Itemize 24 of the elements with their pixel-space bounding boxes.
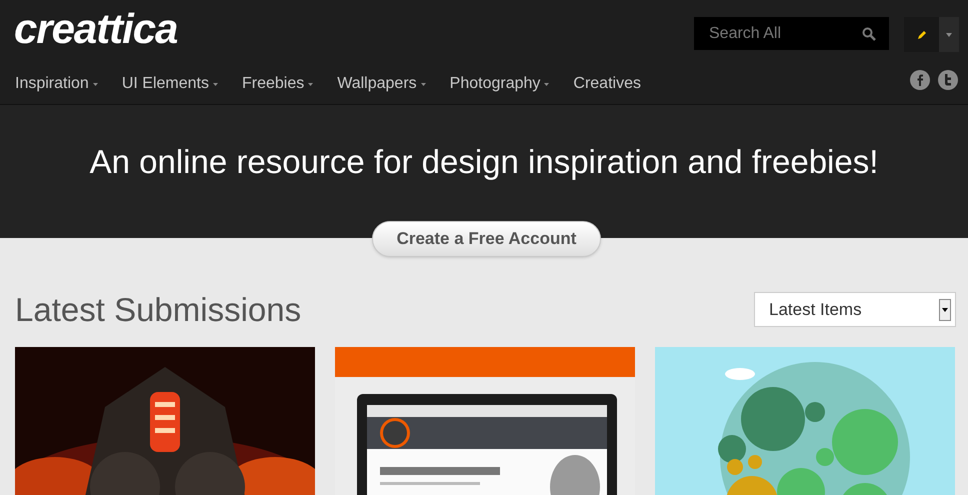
caret-icon bbox=[544, 82, 550, 86]
caret-icon bbox=[212, 82, 218, 86]
caret-icon bbox=[308, 82, 314, 86]
caret-icon bbox=[942, 308, 948, 312]
hero-title: An online resource for design inspiration and freebies! bbox=[90, 145, 878, 178]
section-title: Latest Submissions bbox=[15, 293, 302, 326]
sort-dropdown[interactable]: Latest Items bbox=[754, 292, 956, 327]
twitter-icon[interactable] bbox=[938, 70, 958, 90]
pencil-icon bbox=[916, 30, 926, 40]
nav-link[interactable]: Inspiration bbox=[15, 72, 98, 96]
nav-link[interactable]: Creatives bbox=[573, 72, 641, 96]
caret-icon bbox=[420, 82, 426, 86]
caret-icon bbox=[946, 32, 952, 36]
site-logo[interactable]: creattica bbox=[14, 8, 178, 50]
nav-link[interactable]: Freebies bbox=[242, 72, 314, 96]
nav-link[interactable]: UI Elements bbox=[122, 72, 218, 96]
nav-link[interactable]: Wallpapers bbox=[337, 72, 426, 96]
caret-icon bbox=[92, 82, 98, 86]
create-account-button[interactable]: Create a Free Account bbox=[372, 221, 601, 257]
create-menu-button[interactable] bbox=[904, 17, 959, 52]
search-icon[interactable] bbox=[862, 27, 876, 41]
nav-link[interactable]: Photography bbox=[450, 72, 550, 96]
search-field[interactable]: Search All bbox=[694, 17, 889, 50]
facebook-icon[interactable] bbox=[910, 70, 930, 90]
